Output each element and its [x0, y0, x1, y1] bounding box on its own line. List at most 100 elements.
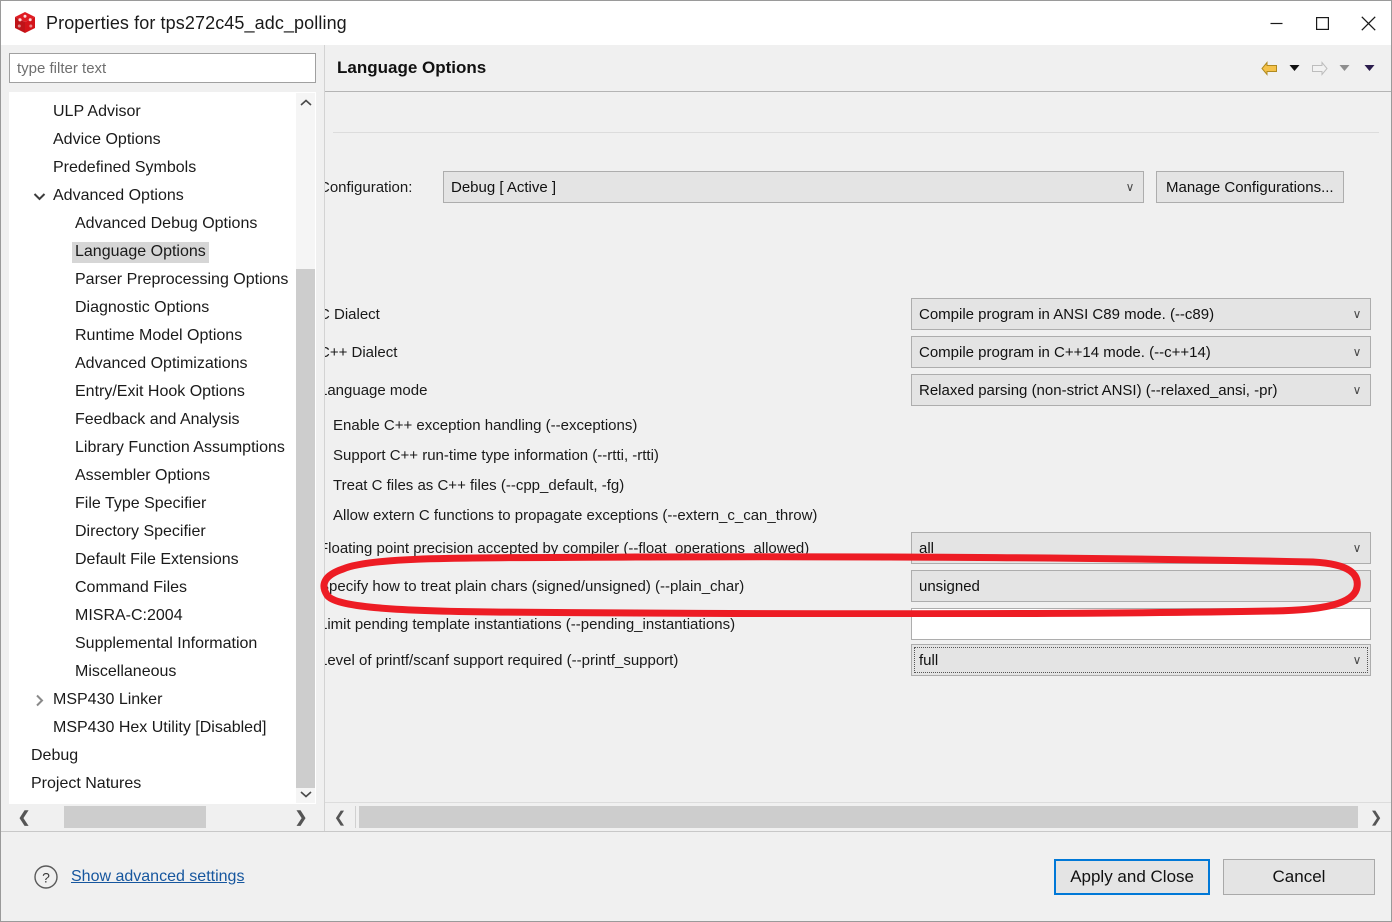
checkbox-label: Allow extern C functions to propagate ex…: [333, 507, 817, 524]
window-title: Properties for tps272c45_adc_polling: [46, 13, 347, 34]
navigation-arrows: [1259, 45, 1379, 91]
chevron-down-icon: ∨: [1344, 345, 1370, 359]
floating-point-precision-accepted-by-compiler--select[interactable]: all∨: [911, 532, 1371, 564]
option-row: C DialectCompile program in ANSI C89 mod…: [325, 297, 1391, 331]
settings-tree-list: ULP Advisor Advice Options Predefined Symb…: [10, 98, 296, 798]
tree-scroll-thumb[interactable]: [296, 269, 315, 788]
sidebar-item-runtime-model-options[interactable]: Runtime Model Options: [10, 322, 296, 350]
settings-tree-clip: ULP Advisor Advice Options Predefined Symb…: [10, 93, 296, 803]
specify-how-to-treat-plain-chars-signed-unsign-value: unsigned: [912, 578, 1344, 595]
sidebar-item-advice-options[interactable]: Advice Options: [10, 126, 296, 154]
sidebar-item-miscellaneous[interactable]: Miscellaneous: [10, 658, 296, 686]
chevron-down-icon[interactable]: [296, 784, 315, 803]
options-hscroll-track[interactable]: [355, 806, 1361, 828]
view-menu-caret-down-icon[interactable]: [1359, 57, 1379, 79]
configuration-label: Configuration:: [325, 179, 443, 196]
page-header: Language Options: [325, 45, 1391, 92]
option-label: Limit pending template instantiations (-…: [325, 616, 911, 633]
help-question-icon[interactable]: ?: [33, 864, 59, 890]
sidebar-item-advanced-optimizations[interactable]: Advanced Optimizations: [10, 350, 296, 378]
settings-tree: ULP Advisor Advice Options Predefined Symb…: [9, 92, 316, 804]
sidebar-item-label: Debug: [28, 746, 81, 767]
sidebar-item-file-type-specifier[interactable]: File Type Specifier: [10, 490, 296, 518]
sidebar-item-msp430-hex-utility-disabled[interactable]: MSP430 Hex Utility [Disabled]: [10, 714, 296, 742]
sidebar-item-parser-preprocessing-options[interactable]: Parser Preprocessing Options: [10, 266, 296, 294]
options-hscroll-thumb[interactable]: [359, 806, 1358, 828]
specify-how-to-treat-plain-chars-signed-unsign-select[interactable]: unsigned∨: [911, 570, 1371, 602]
sidebar-item-label: Project Natures: [28, 774, 144, 795]
sidebar-item-advanced-options[interactable]: Advanced Options: [10, 182, 296, 210]
settings-tree-panel: ULP Advisor Advice Options Predefined Symb…: [1, 45, 324, 831]
checkbox-allow-extern-c-functions-to-propagate-exceptio[interactable]: [325, 507, 328, 523]
sidebar-item-label: Advice Options: [50, 130, 164, 151]
sidebar-item-assembler-options[interactable]: Assembler Options: [10, 462, 296, 490]
filter-input[interactable]: [9, 53, 316, 83]
dialog-content: ULP Advisor Advice Options Predefined Symb…: [1, 45, 1391, 831]
option-label: Specify how to treat plain chars (signed…: [325, 578, 911, 595]
option-row: Level of printf/scanf support required (…: [325, 643, 1391, 677]
page-title: Language Options: [337, 58, 486, 78]
options-horizontal-scrollbar[interactable]: ❮ ❯: [325, 802, 1391, 831]
sidebar-item-ulp-advisor[interactable]: ULP Advisor: [10, 98, 296, 126]
sidebar-item-language-options[interactable]: Language Options: [10, 238, 296, 266]
back-menu-caret-down-icon[interactable]: [1284, 57, 1304, 79]
sidebar-item-feedback-and-analysis[interactable]: Feedback and Analysis: [10, 406, 296, 434]
level-of-printf-scanf-support-required-printf--select[interactable]: full∨: [911, 644, 1371, 676]
scroll-left-icon[interactable]: ❮: [9, 808, 39, 826]
show-advanced-settings-link[interactable]: Show advanced settings: [71, 868, 244, 886]
scroll-left-icon[interactable]: ❮: [325, 808, 355, 826]
sidebar-item-misra-c-2004[interactable]: MISRA-C:2004: [10, 602, 296, 630]
sidebar-item-default-file-extensions[interactable]: Default File Extensions: [10, 546, 296, 574]
checkbox-enable-c-exception-handling-exceptions[interactable]: [325, 417, 328, 433]
checkbox-treat-c-files-as-c-files-cpp-default-fg[interactable]: [325, 477, 328, 493]
sidebar-item-label: Feedback and Analysis: [72, 410, 243, 431]
chevron-right-icon[interactable]: [28, 694, 50, 707]
apply-and-close-button[interactable]: Apply and Close: [1054, 859, 1210, 895]
sidebar-item-entry-exit-hook-options[interactable]: Entry/Exit Hook Options: [10, 378, 296, 406]
sidebar-item-supplemental-information[interactable]: Supplemental Information: [10, 630, 296, 658]
checkbox-row[interactable]: Support C++ run-time type information (-…: [325, 440, 1391, 470]
configuration-separator: [333, 132, 1379, 133]
scroll-right-icon[interactable]: ❯: [286, 808, 316, 826]
checkbox-row[interactable]: Allow extern C functions to propagate ex…: [325, 500, 1391, 530]
minimize-button[interactable]: [1253, 1, 1299, 45]
chevron-up-icon[interactable]: [296, 93, 315, 112]
limit-pending-template-instantiations-pending--input[interactable]: [911, 608, 1371, 640]
close-button[interactable]: [1345, 1, 1391, 45]
checkbox-row[interactable]: Treat C files as C++ files (--cpp_defaul…: [325, 470, 1391, 500]
manage-configurations-button[interactable]: Manage Configurations...: [1156, 171, 1344, 203]
chevron-down-icon: ∨: [1344, 653, 1370, 667]
c-dialect-select[interactable]: Compile program in ANSI C89 mode. (--c89…: [911, 298, 1371, 330]
checkbox-row[interactable]: Enable C++ exception handling (--excepti…: [325, 410, 1391, 440]
sidebar-item-msp430-linker[interactable]: MSP430 Linker: [10, 686, 296, 714]
tree-vertical-scrollbar[interactable]: [296, 93, 315, 803]
back-arrow-icon[interactable]: [1259, 57, 1279, 79]
tree-hscroll-track[interactable]: [39, 806, 286, 828]
chevron-down-icon[interactable]: [28, 192, 50, 201]
sidebar-item-label: Advanced Debug Options: [72, 214, 260, 235]
configuration-select[interactable]: Debug [ Active ] ∨: [443, 171, 1144, 203]
sidebar-item-debug[interactable]: Debug: [10, 742, 296, 770]
sidebar-item-library-function-assumptions[interactable]: Library Function Assumptions: [10, 434, 296, 462]
tree-hscroll-thumb[interactable]: [64, 806, 206, 828]
sidebar-item-directory-specifier[interactable]: Directory Specifier: [10, 518, 296, 546]
checkbox-label: Treat C files as C++ files (--cpp_defaul…: [333, 477, 624, 494]
svg-text:?: ?: [42, 869, 50, 885]
sidebar-item-command-files[interactable]: Command Files: [10, 574, 296, 602]
sidebar-item-label: Supplemental Information: [72, 634, 260, 655]
c-dialect-select[interactable]: Compile program in C++14 mode. (--c++14)…: [911, 336, 1371, 368]
forward-arrow-icon[interactable]: [1309, 57, 1329, 79]
checkbox-support-c-run-time-type-information-rtti-rtti[interactable]: [325, 447, 328, 463]
tree-horizontal-scrollbar[interactable]: ❮ ❯: [9, 804, 316, 830]
sidebar-item-label: Directory Specifier: [72, 522, 209, 543]
language-mode-select[interactable]: Relaxed parsing (non-strict ANSI) (--rel…: [911, 374, 1371, 406]
sidebar-item-advanced-debug-options[interactable]: Advanced Debug Options: [10, 210, 296, 238]
maximize-button[interactable]: [1299, 1, 1345, 45]
sidebar-item-predefined-symbols[interactable]: Predefined Symbols: [10, 154, 296, 182]
sidebar-item-diagnostic-options[interactable]: Diagnostic Options: [10, 294, 296, 322]
cancel-button[interactable]: Cancel: [1223, 859, 1375, 895]
forward-menu-caret-down-icon[interactable]: [1334, 57, 1354, 79]
sidebar-item-project-natures[interactable]: Project Natures: [10, 770, 296, 798]
sidebar-item-label: Advanced Options: [50, 186, 187, 207]
scroll-right-icon[interactable]: ❯: [1361, 808, 1391, 826]
